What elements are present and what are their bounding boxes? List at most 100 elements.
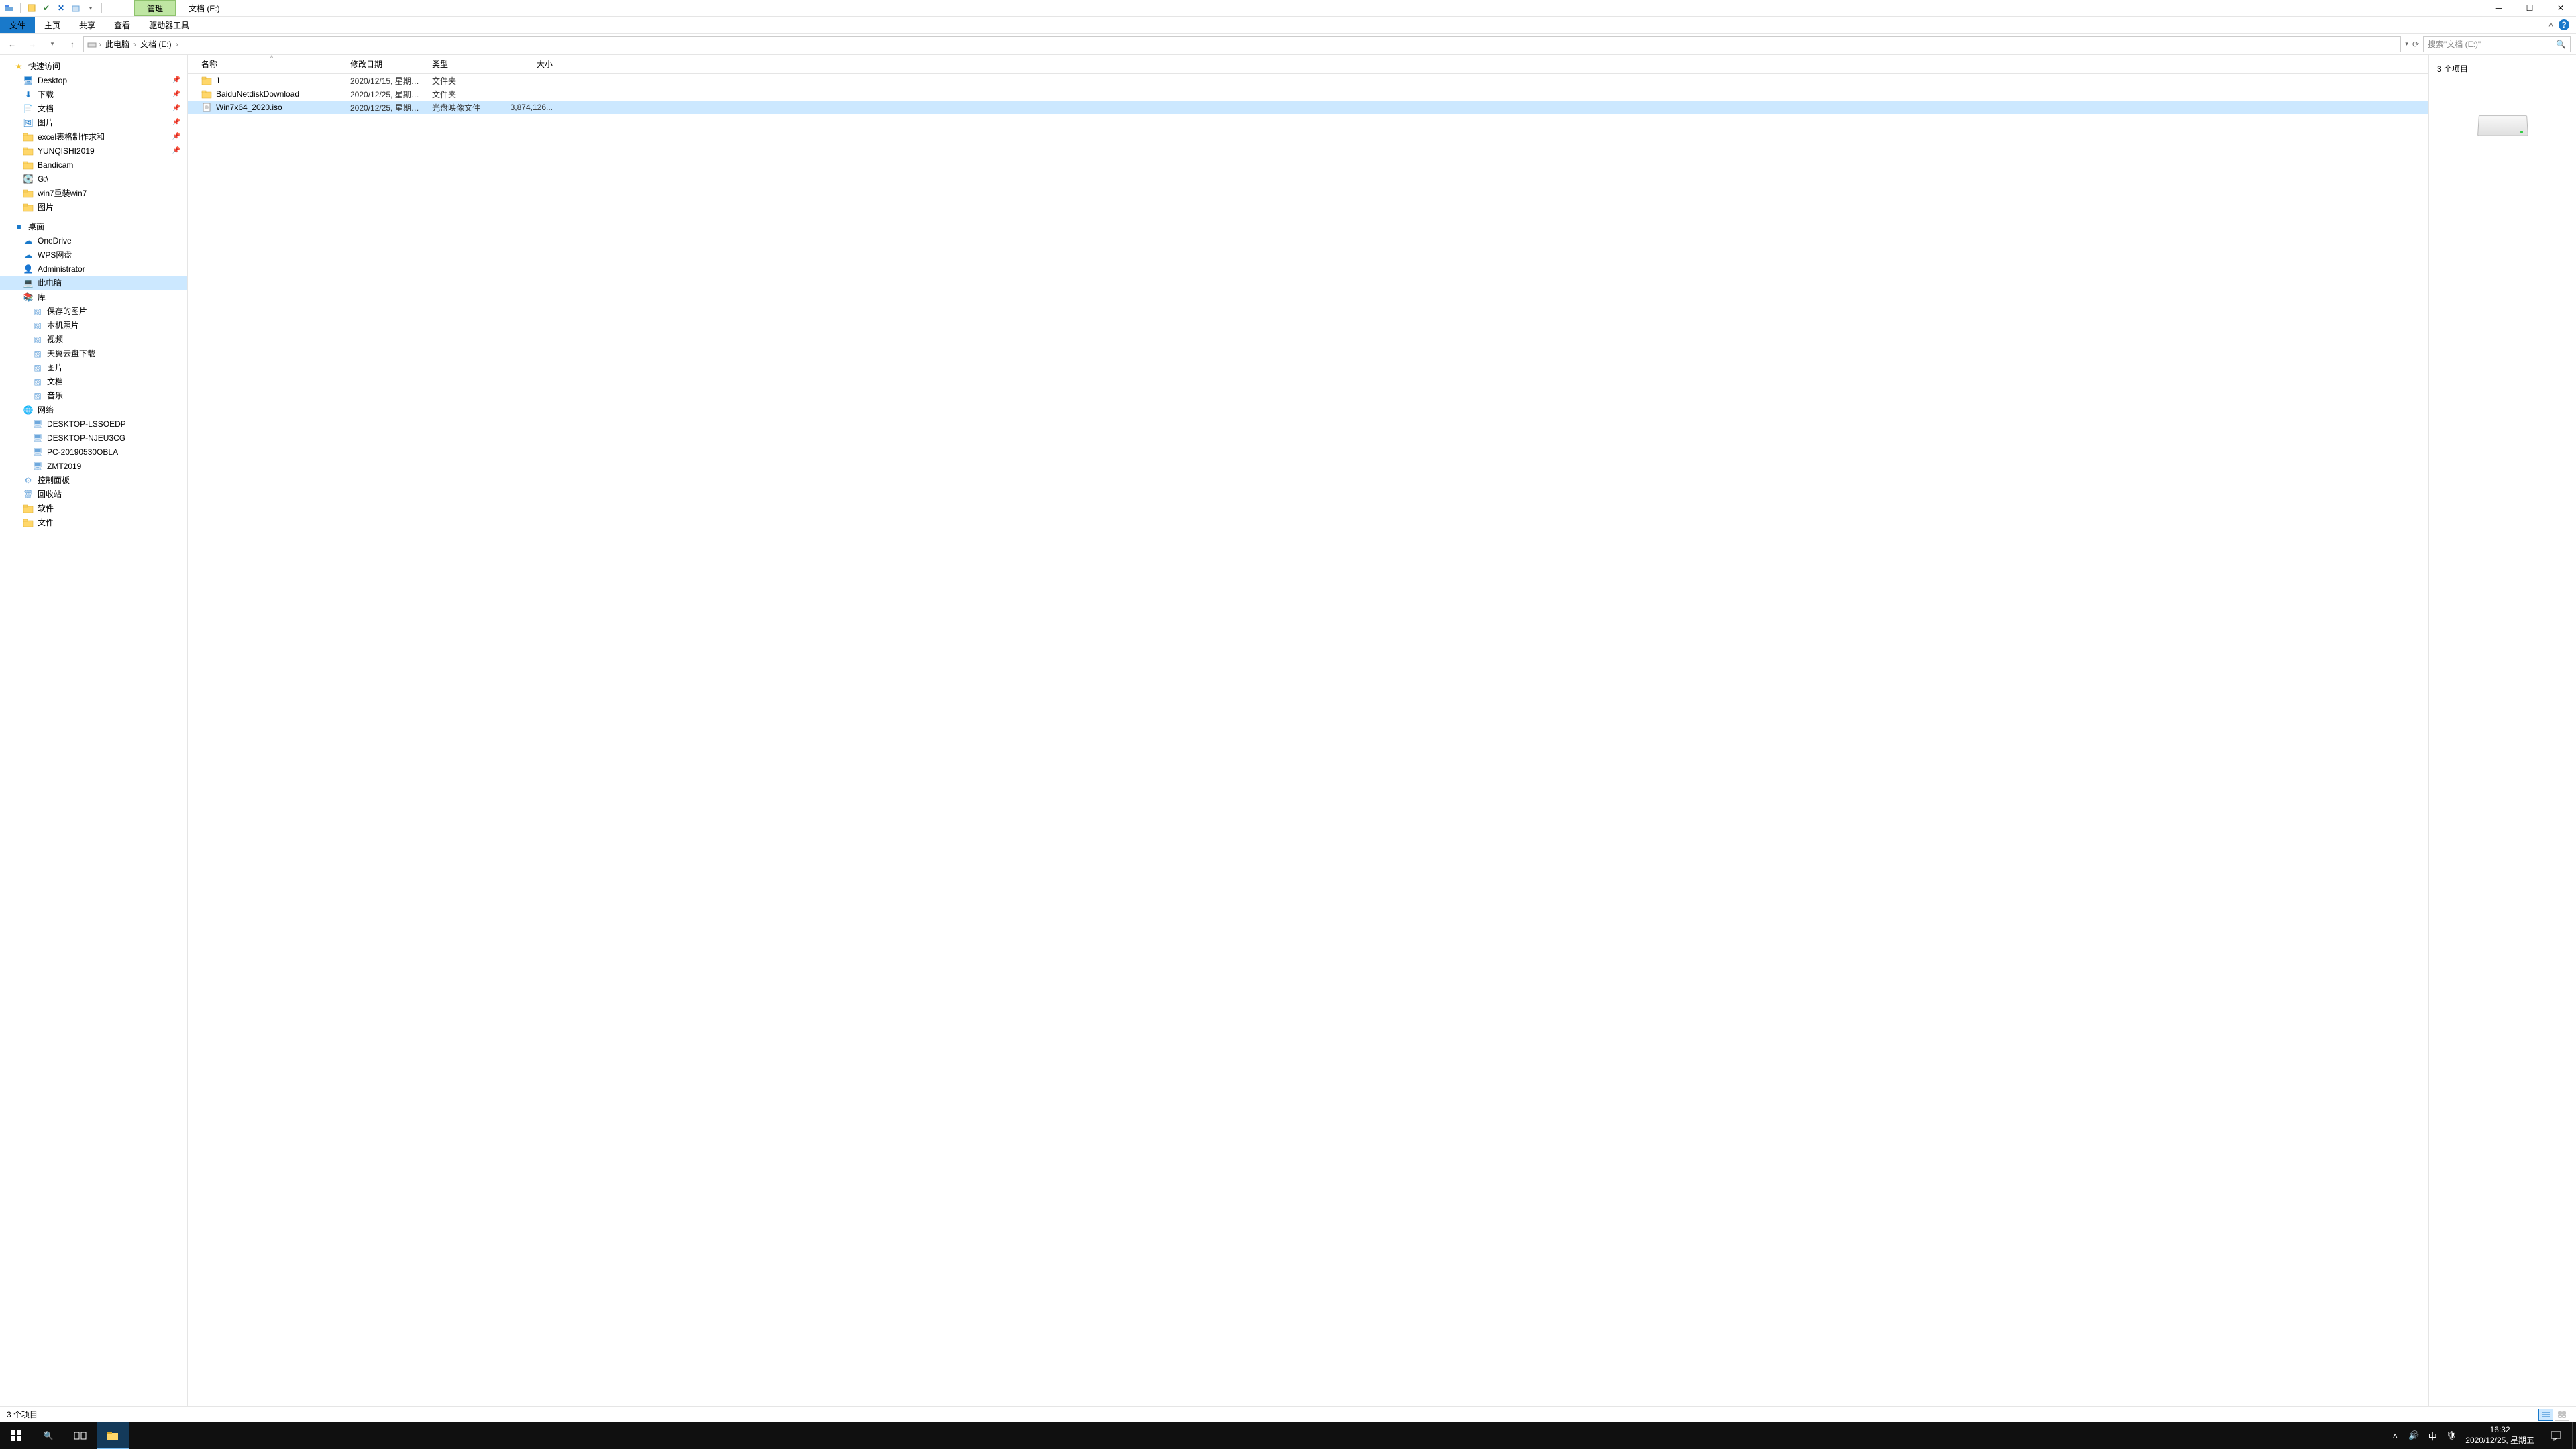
- chevron-right-icon[interactable]: ›: [176, 40, 178, 49]
- quick-access-header[interactable]: ★ 快速访问: [0, 59, 187, 73]
- thumbnails-view-button[interactable]: [2555, 1409, 2569, 1421]
- file-tab[interactable]: 文件: [0, 17, 35, 33]
- sidebar-item-desktop[interactable]: 📚库: [0, 290, 187, 304]
- column-size[interactable]: 大小: [496, 58, 557, 70]
- share-tab-label: 共享: [79, 19, 95, 31]
- search-input[interactable]: [2428, 40, 2556, 49]
- sidebar-item-desktop[interactable]: 文件: [0, 515, 187, 529]
- iso-icon: [201, 102, 212, 113]
- sidebar-item-desktop[interactable]: ▧本机照片: [0, 318, 187, 332]
- sidebar-item-label: 图片: [38, 201, 54, 213]
- sidebar-item-quick[interactable]: 🖥Desktop📌: [0, 73, 187, 87]
- back-button[interactable]: ←: [5, 38, 19, 51]
- view-tab[interactable]: 查看: [105, 17, 140, 33]
- ime-indicator[interactable]: 中: [2426, 1430, 2438, 1442]
- close-button[interactable]: ✕: [2545, 0, 2576, 17]
- manage-tab[interactable]: 管理: [134, 0, 176, 16]
- ribbon-collapse-icon[interactable]: ˄: [2548, 20, 2553, 30]
- sidebar-item-desktop[interactable]: 🖥DESKTOP-NJEU3CG: [0, 431, 187, 445]
- sublib-icon: ▧: [32, 390, 43, 401]
- sidebar-item-quick[interactable]: 📄文档📌: [0, 101, 187, 115]
- search-button[interactable]: 🔍: [32, 1422, 64, 1449]
- folder-icon: [23, 503, 34, 514]
- sidebar-item-label: Administrator: [38, 264, 85, 274]
- sidebar-item-label: 文档: [38, 103, 54, 114]
- details-view-button[interactable]: [2538, 1409, 2553, 1421]
- sidebar-item-quick[interactable]: YUNQISHI2019📌: [0, 144, 187, 158]
- minimize-button[interactable]: ─: [2483, 0, 2514, 17]
- security-icon[interactable]: 🛡: [2445, 1430, 2457, 1442]
- volume-icon[interactable]: 🔊: [2408, 1430, 2420, 1442]
- sidebar-item-desktop[interactable]: ▧视频: [0, 332, 187, 346]
- address-dropdown-icon[interactable]: ▾: [2405, 40, 2408, 48]
- search-box[interactable]: 🔍: [2423, 36, 2571, 52]
- recent-dropdown-icon[interactable]: ▾: [46, 38, 59, 51]
- chevron-right-icon[interactable]: ›: [99, 40, 101, 49]
- share-tab[interactable]: 共享: [70, 17, 105, 33]
- sidebar-item-quick[interactable]: 💽G:\: [0, 172, 187, 186]
- sidebar-item-desktop[interactable]: 👤Administrator: [0, 262, 187, 276]
- sidebar-item-desktop[interactable]: ⚙控制面板: [0, 473, 187, 487]
- sidebar-item-desktop[interactable]: ▧保存的图片: [0, 304, 187, 318]
- properties-icon[interactable]: [26, 3, 37, 13]
- sidebar-item-quick[interactable]: Bandicam: [0, 158, 187, 172]
- home-tab[interactable]: 主页: [35, 17, 70, 33]
- crumb-drive-e[interactable]: 文档 (E:): [138, 38, 174, 50]
- cloud-blue-icon: ☁: [23, 250, 34, 260]
- sidebar-item-desktop[interactable]: 🗑回收站: [0, 487, 187, 501]
- sidebar-item-desktop[interactable]: 🌐网络: [0, 402, 187, 417]
- cell-name: BaiduNetdiskDownload: [197, 89, 346, 99]
- table-row[interactable]: 12020/12/15, 星期二 1...文件夹: [188, 74, 2428, 87]
- crumb-this-pc[interactable]: 此电脑: [103, 38, 132, 50]
- qat-dropdown-icon[interactable]: ▾: [85, 3, 96, 13]
- sidebar-item-desktop[interactable]: 💻此电脑: [0, 276, 187, 290]
- sublib-icon: ▧: [32, 362, 43, 373]
- explorer-window: ✔ ✕ ▾ 管理 文档 (E:) ─ ☐ ✕ 文件 主页 共享 查看 驱动器工具…: [0, 0, 2576, 1422]
- desktop-header[interactable]: ■ 桌面: [0, 219, 187, 233]
- sidebar-item-desktop[interactable]: 🖥ZMT2019: [0, 459, 187, 473]
- task-view-button[interactable]: [64, 1422, 97, 1449]
- drive-tools-tab[interactable]: 驱动器工具: [140, 17, 199, 33]
- help-icon[interactable]: ?: [2559, 19, 2569, 30]
- table-row[interactable]: Win7x64_2020.iso2020/12/25, 星期五 1...光盘映像…: [188, 101, 2428, 114]
- start-button[interactable]: [0, 1422, 32, 1449]
- sidebar-item-desktop[interactable]: ▧文档: [0, 374, 187, 388]
- sidebar-item-quick[interactable]: 🖼图片📌: [0, 115, 187, 129]
- search-icon[interactable]: 🔍: [2556, 40, 2566, 49]
- show-desktop-button[interactable]: [2572, 1422, 2576, 1449]
- check-icon[interactable]: ✔: [41, 3, 52, 13]
- folder-icon: [201, 89, 212, 99]
- tray-overflow-icon[interactable]: ˄: [2389, 1430, 2401, 1442]
- sidebar-item-quick[interactable]: win7重装win7: [0, 186, 187, 200]
- sidebar-item-quick[interactable]: excel表格制作求和📌: [0, 129, 187, 144]
- sidebar-item-desktop[interactable]: ☁WPS网盘: [0, 248, 187, 262]
- delete-icon[interactable]: ✕: [56, 3, 66, 13]
- sidebar-item-desktop[interactable]: ☁OneDrive: [0, 233, 187, 248]
- breadcrumb[interactable]: › 此电脑 › 文档 (E:) ›: [83, 36, 2401, 52]
- column-date[interactable]: 修改日期: [346, 58, 428, 70]
- column-date-label: 修改日期: [350, 60, 382, 69]
- table-row[interactable]: BaiduNetdiskDownload2020/12/25, 星期五 1...…: [188, 87, 2428, 101]
- up-button[interactable]: ↑: [66, 38, 79, 51]
- column-type[interactable]: 类型: [428, 58, 496, 70]
- forward-button[interactable]: →: [25, 38, 39, 51]
- file-explorer-taskbar-button[interactable]: [97, 1422, 129, 1449]
- sidebar-item-desktop[interactable]: ▧图片: [0, 360, 187, 374]
- sidebar-item-desktop[interactable]: ▧音乐: [0, 388, 187, 402]
- new-folder-icon[interactable]: [70, 3, 81, 13]
- sidebar-item-desktop[interactable]: 软件: [0, 501, 187, 515]
- sidebar-item-desktop[interactable]: 🖥DESKTOP-LSSOEDP: [0, 417, 187, 431]
- column-name[interactable]: ˄ 名称: [197, 58, 346, 70]
- sidebar-item-desktop[interactable]: 🖥PC-20190530OBLA: [0, 445, 187, 459]
- taskbar-clock[interactable]: 16:32 2020/12/25, 星期五: [2460, 1425, 2540, 1446]
- sublib-icon: ▧: [32, 334, 43, 345]
- maximize-button[interactable]: ☐: [2514, 0, 2545, 17]
- refresh-icon[interactable]: ⟳: [2412, 40, 2419, 49]
- sidebar-item-quick[interactable]: ⬇下载📌: [0, 87, 187, 101]
- sidebar-item-quick[interactable]: 图片: [0, 200, 187, 214]
- action-center-button[interactable]: [2540, 1422, 2572, 1449]
- app-icon[interactable]: [4, 3, 15, 13]
- sidebar-item-desktop[interactable]: ▧天翼云盘下载: [0, 346, 187, 360]
- home-tab-label: 主页: [44, 19, 60, 31]
- chevron-right-icon[interactable]: ›: [133, 40, 136, 49]
